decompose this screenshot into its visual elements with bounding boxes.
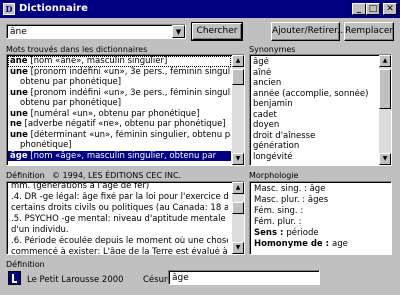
synonym-item[interactable]: cadet bbox=[251, 110, 378, 121]
larousse-logo-icon bbox=[8, 271, 21, 285]
found-words-label: Mots trouvés dans les dictionnaires bbox=[6, 45, 148, 54]
definition-line: .5. PSYCHO -ge mental: niveau d'aptitude… bbox=[11, 214, 226, 224]
synonym-item[interactable]: année (accomplie, sonnée) bbox=[251, 89, 378, 100]
definition-line: d'un individu. bbox=[11, 225, 69, 235]
morphology-value: âge bbox=[309, 184, 326, 194]
found-word-info: [adverbe négatif «ne», obtenu par phonét… bbox=[21, 119, 226, 129]
found-word-info: [nom «âge», masculin singulier, obtenu p… bbox=[27, 150, 217, 161]
close-button[interactable]: ✕ bbox=[383, 3, 397, 15]
definition-label: Définition bbox=[6, 171, 45, 180]
morphology-row: Fém. plur. : bbox=[254, 217, 386, 228]
found-word-item[interactable]: âne [nom «âne», masculin singulier] bbox=[8, 56, 231, 67]
scroll-thumb[interactable] bbox=[232, 69, 244, 85]
found-word-item[interactable]: obtenu par phonétique] bbox=[8, 98, 231, 109]
found-word-term: une bbox=[10, 66, 28, 77]
morphology-key: Fém. plur. : bbox=[254, 217, 302, 227]
found-words-scrollbar[interactable]: ▲ ▼ bbox=[232, 55, 244, 165]
found-word-item[interactable]: ne [adverbe négatif «ne», obtenu par pho… bbox=[8, 119, 231, 130]
found-word-term: une bbox=[10, 129, 28, 140]
search-input[interactable]: âne bbox=[7, 25, 185, 39]
synonyms-list[interactable]: âgé aîné ancien année (accomplie, sonnée) be… bbox=[249, 54, 392, 166]
morphology-value: age bbox=[332, 239, 348, 249]
found-word-term: une bbox=[10, 87, 28, 98]
found-word-info: [nom «âne», masculin singulier] bbox=[27, 56, 168, 66]
found-word-term: une bbox=[10, 108, 28, 119]
scroll-down-icon[interactable]: ▼ bbox=[379, 153, 391, 165]
morphology-row: Homonyme de : age bbox=[254, 239, 386, 250]
scroll-down-icon[interactable]: ▼ bbox=[232, 153, 244, 165]
hyphenation-field[interactable]: âge bbox=[168, 270, 320, 285]
app-icon: D bbox=[3, 3, 15, 15]
found-word-item[interactable]: obtenu par phonétique] bbox=[8, 77, 231, 88]
scroll-up-icon[interactable]: ▲ bbox=[232, 55, 244, 67]
found-word-item[interactable]: une [pronom indéfini «un», 3e pers., fém… bbox=[8, 67, 231, 78]
source-name: Le Petit Larousse 2000 bbox=[27, 275, 124, 285]
found-word-info: [déterminant «un», féminin singulier, ob… bbox=[27, 129, 231, 140]
title-bar[interactable]: D Dictionnaire _ □ ✕ bbox=[0, 0, 400, 18]
search-combobox[interactable]: âne ▼ bbox=[6, 24, 186, 39]
morphology-box: Masc. sing. : âge Masc. plur. : âges Fém. … bbox=[249, 181, 392, 255]
definition-line: commencé à exister: L'âge de la Terre es… bbox=[11, 247, 228, 255]
found-word-term: âge bbox=[10, 150, 28, 161]
morphology-label: Morphologie bbox=[249, 171, 299, 180]
morphology-row: Fém. sing. : bbox=[254, 206, 386, 217]
search-button[interactable]: Chercher bbox=[191, 22, 243, 41]
scroll-thumb[interactable] bbox=[379, 69, 391, 109]
found-word-item[interactable]: une [déterminant «un», féminin singulier… bbox=[8, 130, 231, 141]
synonym-item[interactable]: ancien bbox=[251, 78, 378, 89]
synonyms-label: Synonymes bbox=[249, 45, 296, 54]
found-word-info: [pronom indéfini «un», 3e pers., féminin… bbox=[27, 87, 231, 98]
found-word-info: [numéral «un», obtenu par phonétique] bbox=[27, 108, 200, 119]
window-title: Dictionnaire bbox=[19, 3, 88, 14]
scroll-thumb[interactable] bbox=[232, 202, 244, 214]
replace-button[interactable]: Remplacer bbox=[344, 22, 394, 41]
synonym-item[interactable]: aîné bbox=[251, 68, 378, 79]
found-word-item[interactable]: phonétique] bbox=[8, 140, 231, 151]
found-word-item[interactable]: âge [nom «âge», masculin singulier, obte… bbox=[8, 150, 231, 161]
definition-scrollbar[interactable]: ▲ ▼ bbox=[232, 182, 244, 254]
morphology-key: Fém. sing. : bbox=[254, 206, 304, 216]
morphology-value: âges bbox=[307, 195, 329, 205]
found-word-item[interactable]: une [numéral «un», obtenu par phonétique… bbox=[8, 109, 231, 120]
synonym-item[interactable]: doyen bbox=[251, 120, 378, 131]
scroll-up-icon[interactable]: ▲ bbox=[379, 55, 391, 67]
synonym-item[interactable]: droit d'aînesse bbox=[251, 131, 378, 142]
morphology-key: Masc. plur. : bbox=[254, 195, 308, 205]
found-word-info: phonétique] bbox=[20, 140, 72, 150]
definition-line: certains droits civils ou politiques (au… bbox=[11, 203, 228, 213]
found-word-item[interactable]: une [pronom indéfini «un», 3e pers., fém… bbox=[8, 88, 231, 99]
combo-dropdown-arrow-icon[interactable]: ▼ bbox=[172, 25, 185, 38]
found-word-info: obtenu par phonétique] bbox=[20, 77, 122, 87]
found-word-term: âne bbox=[10, 56, 28, 66]
definition-line: mm. (générations à l'âge de fer) bbox=[11, 181, 150, 191]
found-word-term: ne bbox=[10, 119, 22, 129]
morphology-row: Masc. sing. : âge bbox=[254, 184, 386, 195]
morphology-key: Masc. sing. : bbox=[254, 184, 310, 194]
morphology-key: Homonyme de : bbox=[254, 239, 332, 249]
morphology-row: Masc. plur. : âges bbox=[254, 195, 386, 206]
minimize-button[interactable]: _ bbox=[352, 3, 366, 15]
morphology-key: Sens : bbox=[254, 228, 287, 238]
maximize-button[interactable]: □ bbox=[366, 3, 380, 15]
synonyms-scrollbar[interactable]: ▲ ▼ bbox=[379, 55, 391, 165]
found-word-info: obtenu par phonétique] bbox=[20, 98, 122, 108]
found-word-info: [pronom indéfini «un», 3e pers., féminin… bbox=[27, 66, 231, 77]
synonym-item[interactable]: longévité bbox=[251, 152, 378, 163]
synonym-item[interactable]: génération bbox=[251, 141, 378, 152]
definition-line: .6. Période écoulée depuis le moment où … bbox=[11, 236, 228, 246]
definition-source-label: Définition bbox=[6, 260, 45, 269]
synonym-item[interactable]: benjamin bbox=[251, 99, 378, 110]
copyright-text: © 1994, LES ÉDITIONS CEC INC. bbox=[52, 171, 182, 180]
scroll-up-icon[interactable]: ▲ bbox=[232, 182, 244, 194]
scroll-down-icon[interactable]: ▼ bbox=[232, 242, 244, 254]
add-remove-button[interactable]: Ajouter/Retirer... bbox=[271, 22, 346, 41]
morphology-value: période bbox=[286, 228, 319, 238]
definition-box[interactable]: mm. (générations à l'âge de fer) .4. DR -… bbox=[6, 181, 245, 255]
definition-line: .4. DR -ge légal: âge fixé par la loi po… bbox=[11, 192, 228, 202]
morphology-row: Sens : période bbox=[254, 228, 386, 239]
synonym-item[interactable]: âgé bbox=[251, 57, 378, 68]
found-words-list[interactable]: âne [nom «âne», masculin singulier] une [… bbox=[6, 54, 245, 166]
hyphenation-value[interactable]: âge bbox=[169, 271, 319, 285]
